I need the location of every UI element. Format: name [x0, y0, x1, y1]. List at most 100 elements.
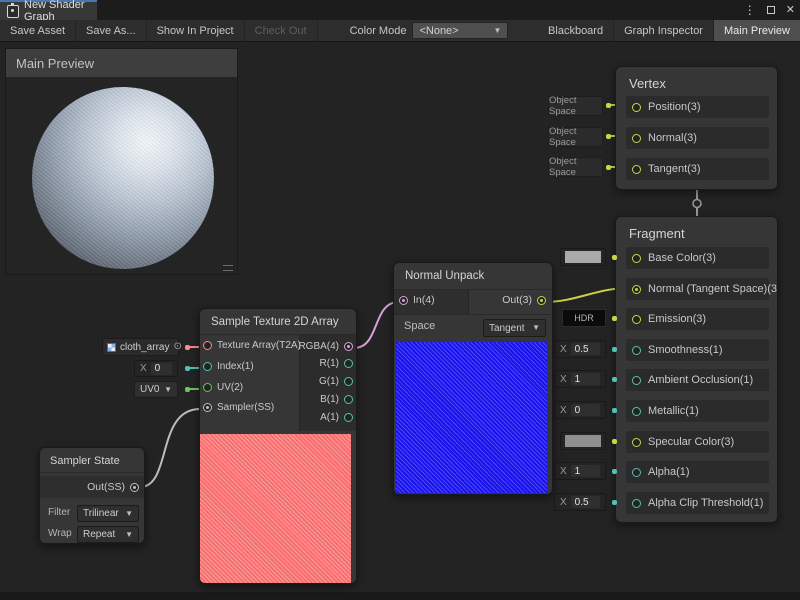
- fragment-row-base-color[interactable]: Base Color(3): [626, 247, 769, 269]
- sample-texture-preview: [200, 434, 351, 584]
- wrap-label: Wrap: [48, 528, 72, 539]
- fragment-title: Fragment: [616, 217, 777, 241]
- sample-title: Sample Texture 2D Array: [200, 309, 356, 328]
- port-label: Position(3): [648, 101, 701, 113]
- port-metallic[interactable]: [632, 407, 641, 416]
- specular-color-swatch[interactable]: [560, 432, 606, 450]
- default-dot: [606, 103, 611, 108]
- vertex-row-tangent[interactable]: Tangent(3): [626, 158, 769, 180]
- fragment-row-ambient-occlusion[interactable]: Ambient Occlusion(1): [626, 369, 769, 391]
- port-out-ss[interactable]: [130, 483, 139, 492]
- node-fragment[interactable]: Fragment Base Color(3) Normal (Tangent S…: [615, 216, 778, 523]
- port-g[interactable]: [344, 377, 353, 386]
- main-preview-header[interactable]: Main Preview: [6, 49, 237, 77]
- node-sample-texture-2d-array[interactable]: Sample Texture 2D Array Texture Array(T2…: [199, 308, 357, 584]
- alpha-field[interactable]: X1: [554, 462, 606, 480]
- fragment-row-specular-color[interactable]: Specular Color(3): [626, 431, 769, 453]
- base-color-swatch[interactable]: [560, 248, 606, 266]
- chevron-down-icon: ▼: [164, 386, 172, 394]
- node-sampler-state[interactable]: Sampler State Out(SS) Filter Trilinear ▼…: [39, 447, 145, 544]
- space-chip-normal[interactable]: Object Space: [548, 127, 603, 147]
- sample-output-g[interactable]: G(1): [319, 376, 353, 387]
- alpha-clip-field[interactable]: X0.5: [554, 493, 606, 511]
- port-in[interactable]: [399, 296, 408, 305]
- port-alpha-clip-threshold[interactable]: [632, 499, 641, 508]
- filter-select[interactable]: Trilinear ▼: [77, 505, 139, 522]
- port-out[interactable]: [537, 296, 546, 305]
- main-preview-panel: Main Preview: [5, 48, 238, 275]
- default-dot: [185, 345, 190, 350]
- default-dot: [612, 439, 617, 444]
- fragment-row-smoothness[interactable]: Smoothness(1): [626, 339, 769, 361]
- metallic-field[interactable]: X0: [554, 401, 606, 419]
- resize-grip[interactable]: [223, 265, 233, 271]
- port-normal-tangent[interactable]: [632, 285, 641, 294]
- port-texture-array[interactable]: [203, 341, 212, 350]
- port-rgba[interactable]: [344, 342, 353, 351]
- port-base-color[interactable]: [632, 254, 641, 263]
- fragment-row-emission[interactable]: Emission(3): [626, 308, 769, 330]
- texture-array-object-field[interactable]: cloth_array ⊙: [102, 338, 179, 356]
- wrap-select[interactable]: Repeat ▼: [77, 526, 139, 543]
- sample-input-uv[interactable]: UV(2): [203, 382, 243, 393]
- default-dot: [612, 500, 617, 505]
- port-alpha[interactable]: [632, 468, 641, 477]
- port-ambient-occlusion[interactable]: [632, 376, 641, 385]
- port-b[interactable]: [344, 395, 353, 404]
- node-vertex[interactable]: Vertex Position(3) Normal(3) Tangent(3): [615, 66, 778, 190]
- sample-output-a[interactable]: A(1): [320, 412, 353, 423]
- normal-unpack-preview: [396, 342, 547, 493]
- port-position[interactable]: [632, 103, 641, 112]
- default-dot: [606, 134, 611, 139]
- port-normal[interactable]: [632, 134, 641, 143]
- port-a[interactable]: [344, 413, 353, 422]
- space-select[interactable]: Tangent ▼: [483, 319, 546, 337]
- port-tangent[interactable]: [632, 165, 641, 174]
- space-chip-position[interactable]: Object Space: [548, 96, 603, 116]
- port-emission[interactable]: [632, 315, 641, 324]
- default-dot: [612, 347, 617, 352]
- port-sampler[interactable]: [203, 403, 212, 412]
- default-dot: [606, 165, 611, 170]
- port-smoothness[interactable]: [632, 346, 641, 355]
- fragment-row-alpha[interactable]: Alpha(1): [626, 461, 769, 483]
- filter-label: Filter: [48, 507, 70, 518]
- port-label: Normal(3): [648, 132, 697, 144]
- vertex-row-position[interactable]: Position(3): [626, 96, 769, 118]
- default-dot: [612, 469, 617, 474]
- port-r[interactable]: [344, 359, 353, 368]
- index-value-field[interactable]: X 0: [134, 360, 178, 377]
- sample-output-rgba[interactable]: RGBA(4): [298, 341, 353, 352]
- default-dot: [185, 366, 190, 371]
- chevron-down-icon: ▼: [532, 324, 540, 332]
- emission-hdr-field[interactable]: HDR: [562, 309, 606, 327]
- sample-input-index[interactable]: Index(1): [203, 361, 254, 372]
- port-specular-color[interactable]: [632, 438, 641, 447]
- vertex-title: Vertex: [616, 67, 777, 91]
- ambient-occlusion-field[interactable]: X1: [554, 370, 606, 388]
- smoothness-field[interactable]: X0.5: [554, 340, 606, 358]
- sample-output-r[interactable]: R(1): [320, 358, 353, 369]
- object-picker-icon[interactable]: ⊙: [173, 342, 181, 352]
- node-normal-unpack[interactable]: Normal Unpack In(4) Out(3) Space Tangent…: [393, 262, 553, 495]
- port-uv[interactable]: [203, 383, 212, 392]
- default-dot: [612, 408, 617, 413]
- port-index[interactable]: [203, 362, 212, 371]
- default-dot: [612, 377, 617, 382]
- sample-output-b[interactable]: B(1): [320, 394, 353, 405]
- sampler-state-out[interactable]: Out(SS): [87, 481, 139, 493]
- texture-thumb-icon: [107, 343, 116, 352]
- uv-channel-select[interactable]: UV0 ▼: [134, 381, 178, 398]
- space-chip-tangent[interactable]: Object Space: [548, 157, 603, 177]
- sampler-state-title: Sampler State: [40, 448, 144, 467]
- sample-input-sampler[interactable]: Sampler(SS): [203, 402, 274, 413]
- default-dot: [612, 316, 617, 321]
- normal-unpack-out[interactable]: Out(3): [502, 294, 546, 306]
- fragment-row-metallic[interactable]: Metallic(1): [626, 400, 769, 422]
- sample-input-texture-array[interactable]: Texture Array(T2A): [203, 340, 301, 351]
- normal-unpack-title: Normal Unpack: [394, 263, 552, 282]
- fragment-row-normal-tangent[interactable]: Normal (Tangent Space)(3): [626, 278, 769, 300]
- normal-unpack-in[interactable]: In(4): [399, 294, 435, 306]
- fragment-row-alpha-clip[interactable]: Alpha Clip Threshold(1): [626, 492, 769, 514]
- vertex-row-normal[interactable]: Normal(3): [626, 127, 769, 149]
